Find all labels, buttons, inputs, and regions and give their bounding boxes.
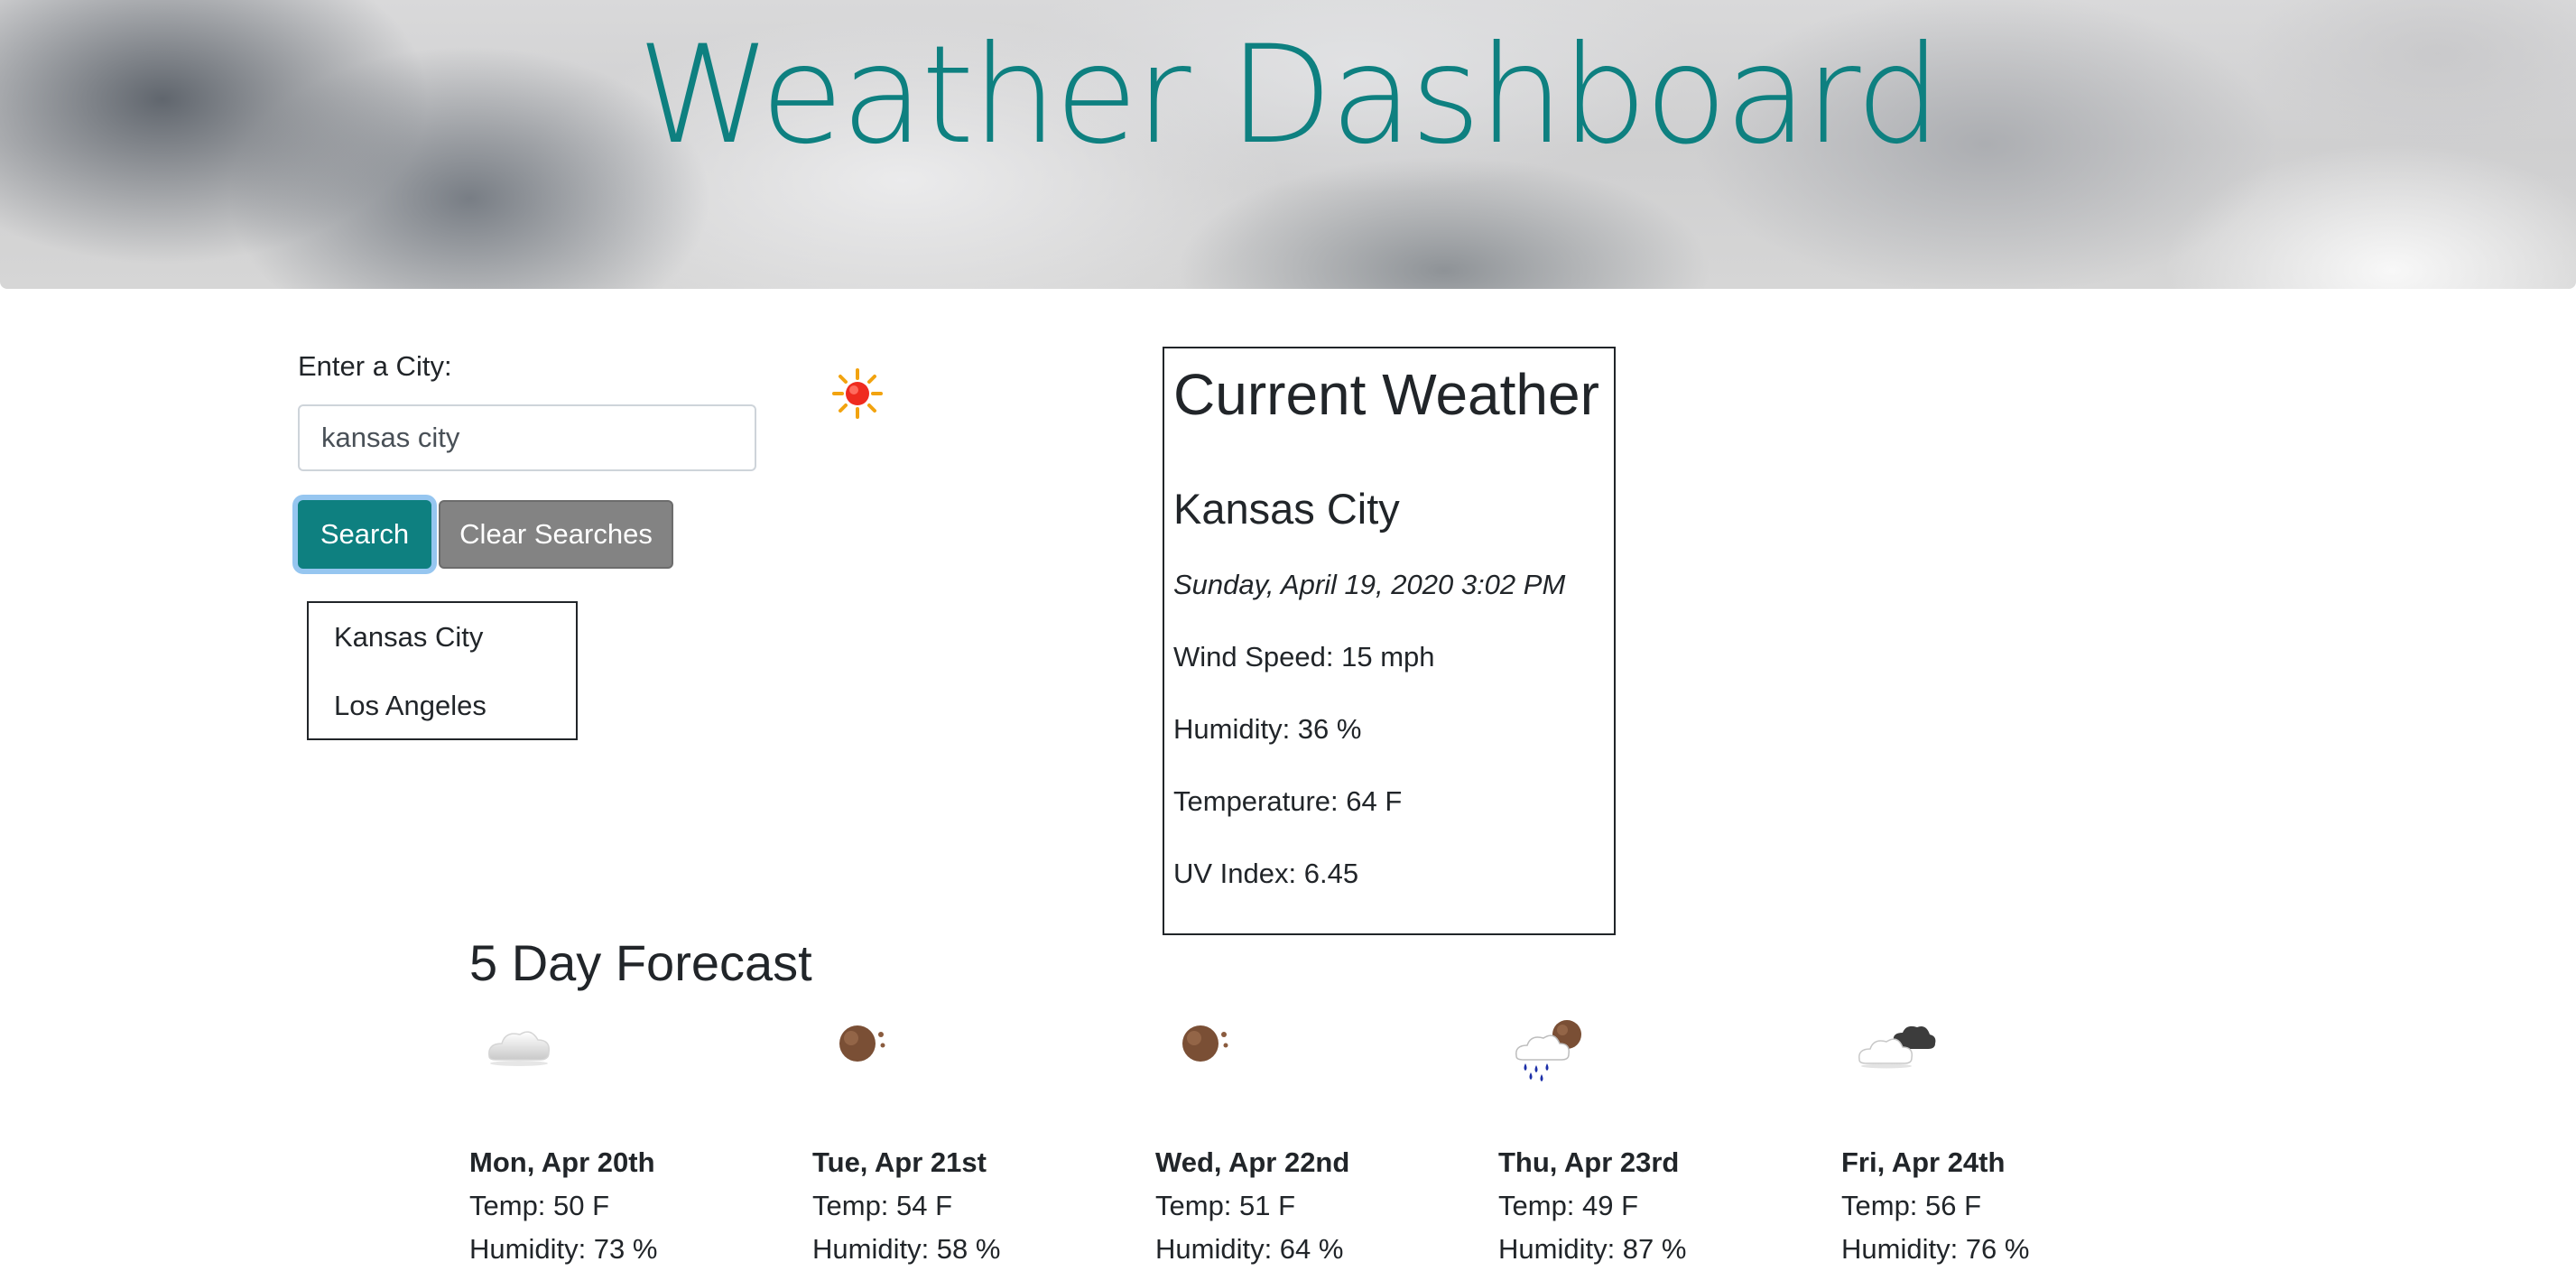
current-city-name: Kansas City [1173,485,1400,533]
current-uv-index: UV Index: 6.45 [1173,858,1359,889]
forecast-temp: Temp: 54 F [812,1190,953,1221]
header-banner: Weather Dashboard [0,0,2576,289]
moon-icon [1182,1025,1228,1062]
cloud-moon-icon [1858,1025,1936,1069]
forecast-day-card: Tue, Apr 21st Temp: 54 F Humidity: 58 % [812,1011,1119,1271]
current-datetime: Sunday, April 19, 2020 3:02 PM [1173,569,1566,600]
city-search-input[interactable] [298,404,756,471]
page: Weather Dashboard Enter a City: Search C… [0,0,2576,1271]
current-temperature: Temperature: 64 F [1173,785,1403,817]
sun-icon [832,368,883,419]
forecast-day-card: Mon, Apr 20th Temp: 50 F Humidity: 73 % [469,1011,776,1271]
forecast-date: Wed, Apr 22nd [1155,1146,1350,1178]
forecast-humidity: Humidity: 58 % [812,1233,1001,1265]
page-title: Weather Dashboard [636,17,1941,174]
forecast-date: Tue, Apr 21st [812,1146,987,1178]
forecast-temp: Temp: 56 F [1841,1190,1982,1221]
cloud-icon [488,1031,550,1066]
rain-cloud-moon-icon [1515,1020,1581,1081]
forecast-humidity: Humidity: 76 % [1841,1233,2030,1265]
forecast-temp: Temp: 51 F [1155,1190,1296,1221]
forecast-temp: Temp: 50 F [469,1190,610,1221]
current-humidity: Humidity: 36 % [1173,713,1362,745]
moon-icon [839,1025,885,1062]
forecast-temp: Temp: 49 F [1498,1190,1639,1221]
forecast-heading: 5 Day Forecast [469,934,812,991]
forecast-day-card: Thu, Apr 23rd Temp: 49 F Humidity: 87 % [1498,1011,1805,1271]
forecast-date: Fri, Apr 24th [1841,1146,2006,1178]
forecast-day-card: Fri, Apr 24th Temp: 56 F Humidity: 76 % [1841,1011,2148,1271]
history-item[interactable]: Los Angeles [334,690,486,722]
forecast-date: Thu, Apr 23rd [1498,1146,1680,1178]
forecast-day-card: Wed, Apr 22nd Temp: 51 F Humidity: 64 % [1155,1011,1462,1271]
clear-searches-button[interactable]: Clear Searches [439,500,673,569]
search-button[interactable]: Search [298,500,431,569]
forecast-humidity: Humidity: 73 % [469,1233,658,1265]
current-weather-panel: Current Weather Kansas City Sunday, Apri… [1163,347,1616,935]
forecast-humidity: Humidity: 64 % [1155,1233,1344,1265]
current-weather-heading: Current Weather [1173,362,1599,427]
search-history-list: Kansas City Los Angeles [307,601,578,740]
current-wind-speed: Wind Speed: 15 mph [1173,641,1435,673]
history-item[interactable]: Kansas City [334,621,483,654]
forecast-date: Mon, Apr 20th [469,1146,655,1178]
forecast-humidity: Humidity: 87 % [1498,1233,1687,1265]
city-input-label: Enter a City: [298,350,452,382]
